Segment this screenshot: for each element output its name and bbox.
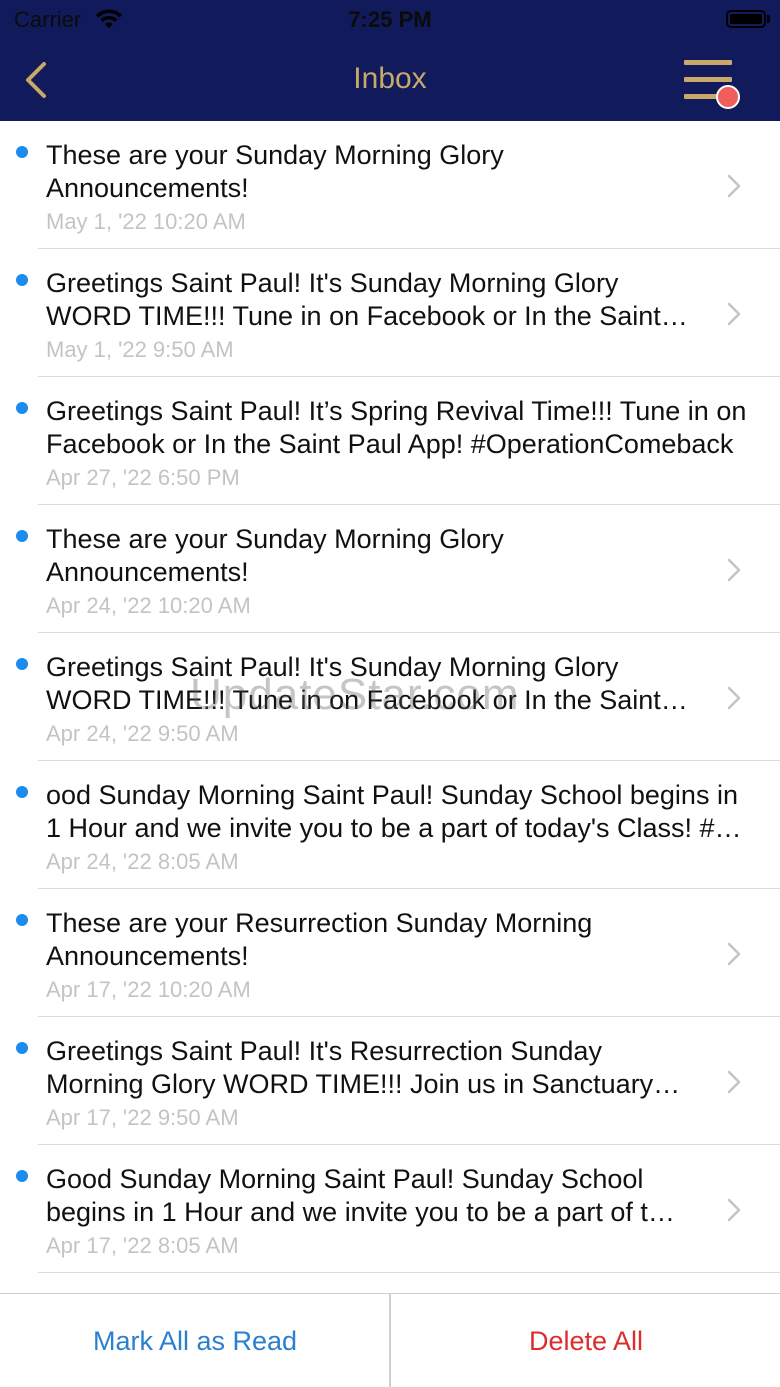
chevron-right-icon bbox=[727, 686, 741, 710]
unread-dot-icon bbox=[16, 1170, 28, 1182]
message-row[interactable]: ood Sunday Morning Saint Paul! Sunday Sc… bbox=[0, 761, 780, 889]
nav-header: Carrier 7:25 PM Inbox bbox=[0, 0, 780, 121]
message-row[interactable]: Greetings Saint Paul! It’s Spring Reviva… bbox=[0, 377, 780, 505]
chevron-right-icon bbox=[727, 1070, 741, 1094]
unread-dot-icon bbox=[16, 914, 28, 926]
chevron-right-icon bbox=[727, 174, 741, 198]
message-date: Apr 17, '22 10:20 AM bbox=[46, 977, 251, 1002]
chevron-right-icon bbox=[727, 1198, 741, 1222]
status-bar: Carrier 7:25 PM bbox=[0, 0, 780, 40]
unread-dot-icon bbox=[16, 146, 28, 158]
chevron-right-icon bbox=[727, 302, 741, 326]
message-text: Greetings Saint Paul! It’s Spring Reviva… bbox=[46, 396, 747, 459]
message-row[interactable]: These are your Sunday Morning Glory Anno… bbox=[0, 505, 780, 633]
mark-all-read-button[interactable]: Mark All as Read bbox=[0, 1294, 390, 1387]
battery-icon bbox=[726, 10, 766, 28]
message-text: These are your Resurrection Sunday Morni… bbox=[46, 908, 593, 971]
page-title: Inbox bbox=[353, 62, 427, 95]
message-row[interactable]: Good Sunday Morning Saint Paul! Sunday S… bbox=[0, 1145, 780, 1273]
message-date: Apr 24, '22 9:50 AM bbox=[46, 721, 239, 746]
unread-dot-icon bbox=[16, 658, 28, 670]
message-date: May 1, '22 10:20 AM bbox=[46, 209, 246, 234]
footer-toolbar: Mark All as Read Delete All bbox=[0, 1293, 780, 1387]
menu-bar-icon bbox=[684, 77, 732, 82]
message-row[interactable]: These are your Resurrection Sunday Morni… bbox=[0, 889, 780, 1017]
watermark-text: UpdateStar.com bbox=[190, 670, 520, 719]
unread-dot-icon bbox=[16, 402, 28, 414]
chevron-right-icon bbox=[727, 558, 741, 582]
delete-all-button[interactable]: Delete All bbox=[391, 1294, 780, 1387]
notification-dot-icon bbox=[716, 85, 740, 109]
message-text: Good Sunday Morning Saint Paul! Sunday S… bbox=[46, 1164, 675, 1227]
message-date: Apr 24, '22 10:20 AM bbox=[46, 593, 251, 618]
message-date: Apr 17, '22 8:05 AM bbox=[46, 1233, 239, 1258]
message-date: May 1, '22 9:50 AM bbox=[46, 337, 234, 362]
row-separator bbox=[38, 1272, 780, 1273]
menu-button[interactable] bbox=[684, 60, 740, 110]
unread-dot-icon bbox=[16, 1042, 28, 1054]
message-text: These are your Sunday Morning Glory Anno… bbox=[46, 140, 504, 203]
message-row[interactable]: Greetings Saint Paul! It's Resurrection … bbox=[0, 1017, 780, 1145]
unread-dot-icon bbox=[16, 274, 28, 286]
unread-dot-icon bbox=[16, 786, 28, 798]
message-text: Greetings Saint Paul! It's Sunday Mornin… bbox=[46, 268, 688, 331]
message-date: Apr 17, '22 9:50 AM bbox=[46, 1105, 239, 1130]
message-date: Apr 27, '22 6:50 PM bbox=[46, 465, 240, 490]
unread-dot-icon bbox=[16, 530, 28, 542]
message-text: These are your Sunday Morning Glory Anno… bbox=[46, 524, 504, 587]
message-text: ood Sunday Morning Saint Paul! Sunday Sc… bbox=[46, 780, 742, 843]
message-text: Greetings Saint Paul! It's Resurrection … bbox=[46, 1036, 681, 1099]
status-time: 7:25 PM bbox=[348, 7, 432, 32]
message-date: Apr 24, '22 8:05 AM bbox=[46, 849, 239, 874]
message-row[interactable]: These are your Sunday Morning Glory Anno… bbox=[0, 121, 780, 249]
message-row[interactable]: Greetings Saint Paul! It's Sunday Mornin… bbox=[0, 249, 780, 377]
battery-tip bbox=[767, 15, 770, 23]
menu-bar-icon bbox=[684, 60, 732, 65]
chevron-right-icon bbox=[727, 942, 741, 966]
